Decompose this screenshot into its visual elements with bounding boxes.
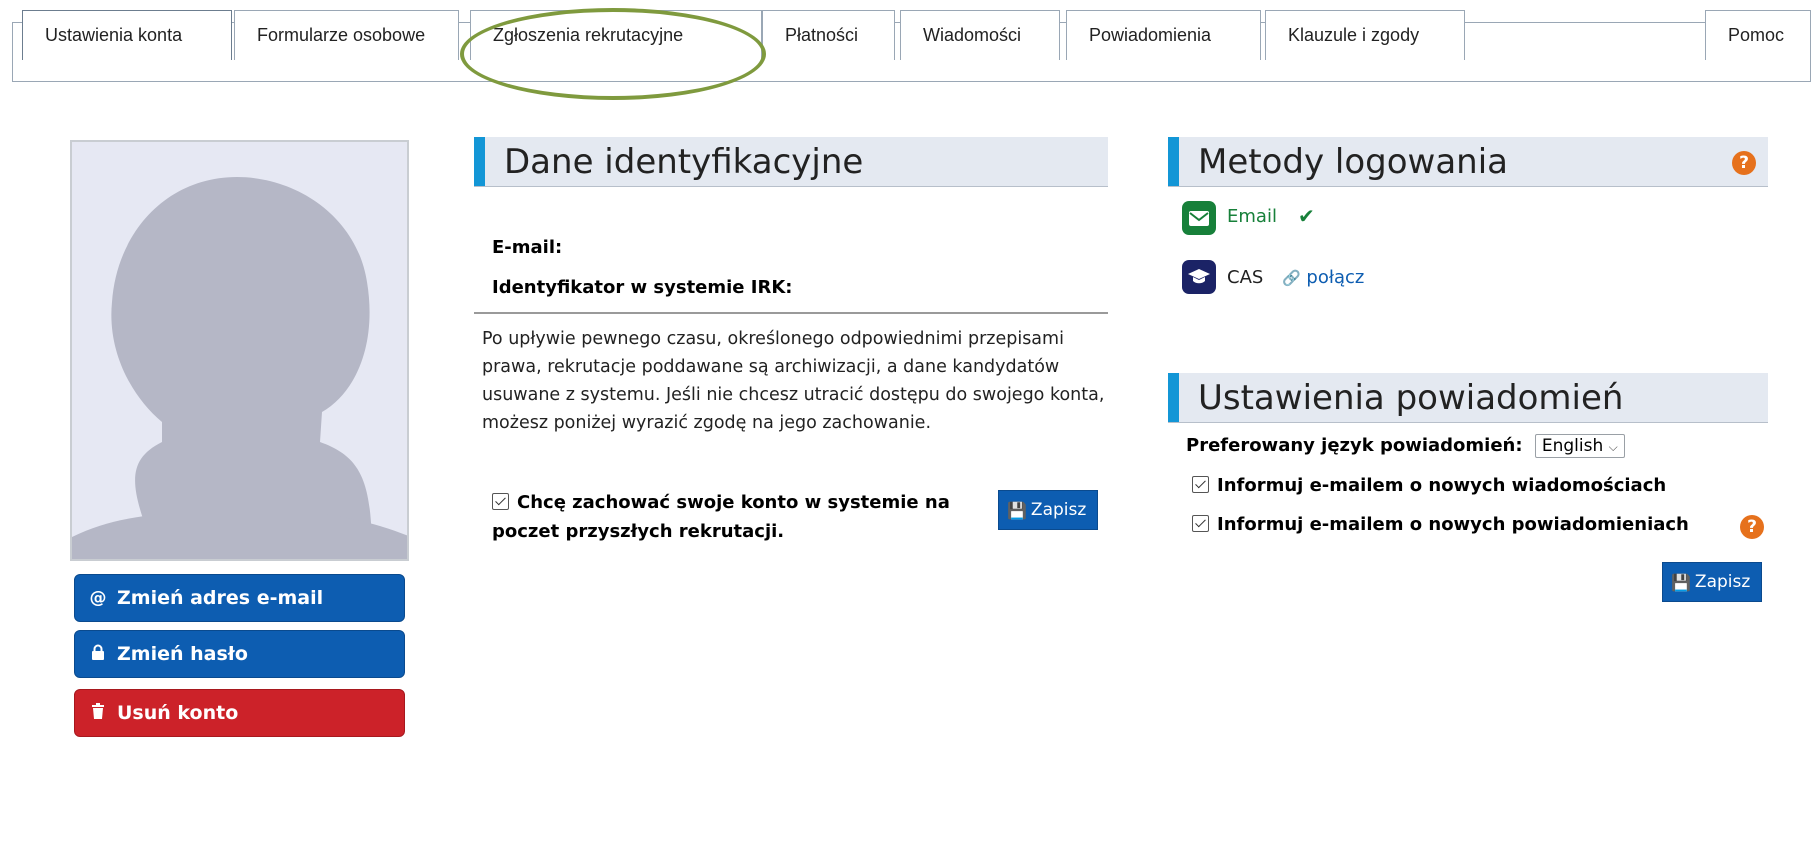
notify-notifications-label: Informuj e-mailem o nowych powiadomienia…: [1217, 514, 1689, 535]
save-notifications-button[interactable]: 💾 Zapisz: [1662, 562, 1762, 602]
change-password-label: Zmień hasło: [117, 643, 248, 665]
at-sign-icon: @: [89, 588, 107, 608]
save-notifications-label: Zapisz: [1694, 572, 1751, 592]
login-methods-title: Metody logowania: [1198, 141, 1509, 182]
email-icon: [1182, 201, 1216, 235]
tab-account-settings[interactable]: Ustawienia konta: [22, 10, 232, 60]
change-email-label: Zmień adres e-mail: [117, 587, 324, 609]
check-icon: ✔: [1298, 204, 1315, 228]
cas-method-label: CAS: [1227, 267, 1264, 288]
notify-messages-option: Informuj e-mailem o nowych wiadomościach: [1192, 475, 1666, 496]
chevron-down-icon: ⌵: [1608, 440, 1618, 454]
login-methods-heading: Metody logowania: [1168, 137, 1768, 187]
keep-account-option: Chcę zachować swoje konto w systemie na …: [492, 488, 977, 546]
avatar-silhouette-icon: [72, 177, 407, 559]
delete-account-label: Usuń konto: [117, 702, 239, 724]
language-select[interactable]: English ⌵: [1534, 434, 1625, 458]
notification-settings-title: Ustawienia powiadomień: [1198, 377, 1624, 418]
notify-notifications-option: Informuj e-mailem o nowych powiadomienia…: [1192, 514, 1689, 535]
tab-clauses-consents[interactable]: Klauzule i zgody: [1265, 10, 1465, 60]
language-label: Preferowany język powiadomień:: [1186, 435, 1523, 456]
tab-personal-forms[interactable]: Formularze osobowe: [234, 10, 459, 60]
save-identification-button[interactable]: 💾 Zapisz: [998, 490, 1098, 530]
notifications-help-icon[interactable]: ?: [1740, 515, 1764, 539]
section-accent-bar: [1168, 373, 1179, 422]
notification-settings-heading: Ustawienia powiadomień: [1168, 373, 1768, 423]
email-method-label: Email: [1227, 206, 1277, 227]
identification-title: Dane identyfikacyjne: [504, 141, 864, 182]
section-accent-bar: [474, 137, 485, 186]
save-identification-label: Zapisz: [1030, 500, 1087, 520]
change-email-button[interactable]: @ Zmień adres e-mail: [74, 574, 405, 622]
tab-notifications[interactable]: Powiadomienia: [1066, 10, 1261, 60]
tab-payments[interactable]: Płatności: [762, 10, 895, 60]
delete-account-button[interactable]: Usuń konto: [74, 689, 405, 737]
graduation-cap-icon: [1182, 260, 1216, 294]
archive-notice: Po upływie pewnego czasu, określonego od…: [482, 329, 1105, 433]
login-methods-help-icon[interactable]: ?: [1732, 151, 1756, 175]
notify-messages-label: Informuj e-mailem o nowych wiadomościach: [1217, 475, 1667, 496]
section-accent-bar: [1168, 137, 1179, 186]
connect-label: połącz: [1306, 267, 1365, 288]
language-value: English: [1541, 436, 1604, 456]
tab-recruitment-applications[interactable]: Zgłoszenia rekrutacyjne: [470, 10, 762, 60]
language-row: Preferowany język powiadomień: English ⌵: [1186, 434, 1625, 458]
trash-icon: [87, 702, 109, 724]
tab-bar-baseline: [12, 81, 1811, 82]
floppy-disk-icon: 💾: [1671, 572, 1691, 592]
tab-help[interactable]: Pomoc: [1705, 10, 1811, 60]
profile-photo: [70, 140, 409, 561]
notify-messages-checkbox[interactable]: [1192, 476, 1209, 493]
keep-account-checkbox[interactable]: [492, 493, 509, 510]
keep-account-label: Chcę zachować swoje konto w systemie na …: [492, 492, 950, 542]
notify-notifications-checkbox[interactable]: [1192, 515, 1209, 532]
floppy-disk-icon: 💾: [1007, 500, 1027, 520]
change-password-button[interactable]: Zmień hasło: [74, 630, 405, 678]
irk-id-label: Identyfikator w systemie IRK:: [492, 277, 793, 298]
link-icon: 🔗: [1282, 269, 1301, 287]
tab-messages[interactable]: Wiadomości: [900, 10, 1060, 60]
identification-heading: Dane identyfikacyjne: [474, 137, 1108, 187]
identification-divider: [474, 312, 1108, 314]
connect-cas-link[interactable]: 🔗 połącz: [1282, 267, 1364, 288]
email-label: E-mail:: [492, 237, 563, 258]
lock-icon: [87, 644, 109, 665]
